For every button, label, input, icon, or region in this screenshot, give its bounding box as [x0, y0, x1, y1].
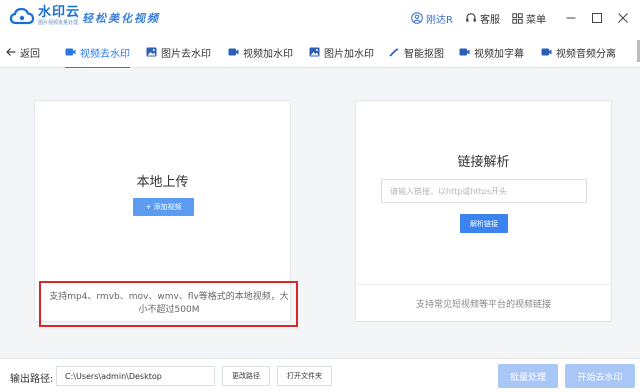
panel-divider	[356, 284, 611, 285]
image-icon	[146, 47, 157, 57]
start-remove-watermark-button[interactable]: 开始去水印	[565, 364, 635, 388]
minimize-button[interactable]	[558, 0, 584, 36]
tab-image-remove-watermark[interactable]: 图片去水印	[146, 36, 211, 68]
tab-label: 图片加水印	[324, 48, 374, 60]
bottom-bar: 输出路径: C:\Users\admin\Desktop 更改路径 打开文件夹 …	[0, 358, 640, 392]
menu-label: 菜单	[526, 14, 546, 26]
feature-tabs: 返回 视频去水印 图片去水印 视频加水印 图片加水印 智能抠图 视频加字幕 视频…	[0, 36, 640, 69]
tab-label: 视频音频分离	[556, 48, 616, 60]
app-slogan: 轻松美化视频	[82, 12, 160, 25]
back-button[interactable]: 返回	[6, 36, 40, 68]
back-label: 返回	[20, 48, 40, 60]
headset-icon	[466, 13, 476, 22]
open-folder-button[interactable]: 打开文件夹	[277, 366, 332, 386]
output-path-field[interactable]: C:\Users\admin\Desktop	[56, 366, 215, 386]
tab-label: 视频加水印	[243, 48, 293, 60]
app-subtitle: 图片视频批量处理	[38, 20, 79, 26]
close-icon	[618, 13, 628, 23]
maximize-icon	[592, 13, 602, 23]
change-path-button[interactable]: 更改路径	[222, 366, 270, 386]
arrow-left-icon	[6, 48, 16, 56]
user-icon	[411, 12, 423, 24]
tab-video-audio-separation[interactable]: 视频音频分离	[541, 36, 616, 68]
tab-label: 智能抠图	[404, 48, 444, 60]
app-name: 水印云	[38, 5, 81, 20]
minimize-icon	[566, 17, 576, 19]
tab-video-remove-watermark[interactable]: 视频去水印	[65, 36, 130, 69]
output-path-label: 输出路径:	[10, 374, 54, 385]
customer-service-button[interactable]: 客服	[465, 11, 500, 26]
image-icon	[309, 47, 320, 57]
tab-video-add-watermark[interactable]: 视频加水印	[228, 36, 293, 68]
add-video-button[interactable]: + 添加视频	[133, 198, 194, 216]
tab-label: 视频加字幕	[474, 48, 524, 60]
user-name: 刚达R	[426, 14, 453, 26]
local-upload-title: 本地上传	[136, 175, 189, 190]
parse-link-button[interactable]: 解析链接	[460, 214, 508, 233]
app-logo: 水印云 图片视频批量处理	[10, 6, 80, 27]
link-input[interactable]	[381, 179, 587, 203]
tab-label: 视频去水印	[80, 48, 130, 60]
batch-process-button[interactable]: 批量处理	[498, 364, 558, 388]
tab-label: 图片去水印	[161, 48, 211, 60]
video-icon	[459, 48, 470, 56]
video-icon	[65, 48, 76, 56]
link-parse-panel: 链接解析 解析链接 支持常见短视频等平台的视频链接	[355, 100, 612, 322]
customer-service-label: 客服	[480, 14, 500, 26]
user-account[interactable]: 刚达R	[411, 11, 453, 26]
link-parse-title: 链接解析	[457, 155, 510, 170]
video-icon	[228, 48, 239, 56]
menu-button[interactable]: 菜单	[512, 11, 546, 26]
cloud-logo-icon	[10, 7, 34, 27]
highlight-box	[39, 281, 298, 327]
supported-platforms-note: 支持常见短视频等平台的视频链接	[415, 300, 551, 310]
close-button[interactable]	[610, 0, 636, 36]
title-bar: 水印云 图片视频批量处理 轻松美化视频 刚达R 客服 菜单	[0, 0, 640, 36]
tab-smart-cutout[interactable]: 智能抠图	[389, 36, 444, 68]
grid-menu-icon	[512, 12, 523, 24]
tab-video-subtitles[interactable]: 视频加字幕	[459, 36, 524, 68]
magic-wand-icon	[389, 47, 399, 57]
tab-image-add-watermark[interactable]: 图片加水印	[309, 36, 374, 68]
maximize-button[interactable]	[584, 0, 610, 36]
video-icon	[541, 48, 552, 56]
